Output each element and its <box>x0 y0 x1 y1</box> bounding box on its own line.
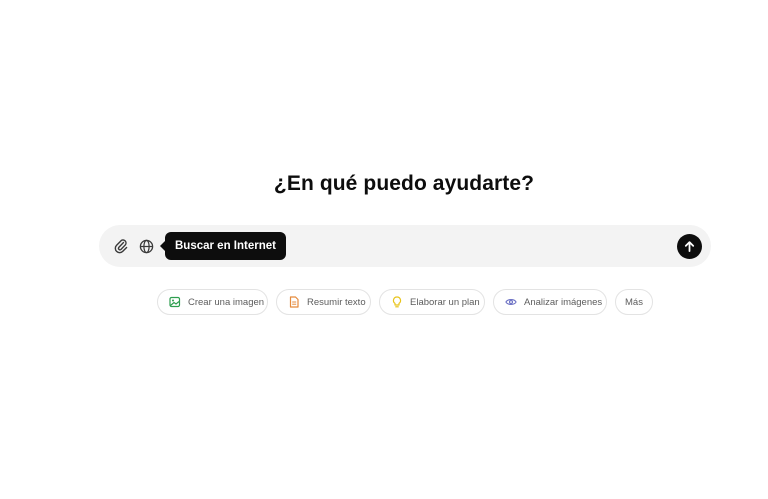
arrow-up-icon <box>684 241 695 253</box>
chip-label: Analizar imágenes <box>524 296 603 308</box>
page: ¿En qué puedo ayudarte? Buscar en Intern… <box>0 0 768 499</box>
attach-button[interactable] <box>110 235 132 257</box>
chip-label: Más <box>625 296 643 308</box>
suggestion-more[interactable]: Más <box>615 289 653 315</box>
chip-label: Crear una imagen <box>188 296 265 308</box>
composer: Buscar en Internet <box>99 225 711 267</box>
suggestion-summarize-text[interactable]: Resumir texto <box>276 289 371 315</box>
send-button[interactable] <box>677 234 702 259</box>
message-input[interactable] <box>289 233 653 261</box>
suggestion-create-image[interactable]: Crear una imagen <box>157 289 268 315</box>
suggestion-analyze-images[interactable]: Analizar imágenes <box>493 289 607 315</box>
web-search-button[interactable] <box>135 235 157 257</box>
page-title: ¿En qué puedo ayudarte? <box>273 172 535 195</box>
image-icon <box>169 296 181 308</box>
lightbulb-icon <box>391 296 403 308</box>
globe-icon <box>139 239 153 253</box>
web-search-tooltip: Buscar en Internet <box>160 232 286 260</box>
paperclip-icon <box>114 239 128 254</box>
suggestion-make-plan[interactable]: Elaborar un plan <box>379 289 485 315</box>
document-icon <box>288 296 300 308</box>
chip-label: Elaborar un plan <box>410 296 480 308</box>
chip-label: Resumir texto <box>307 296 366 308</box>
eye-icon <box>505 296 517 308</box>
